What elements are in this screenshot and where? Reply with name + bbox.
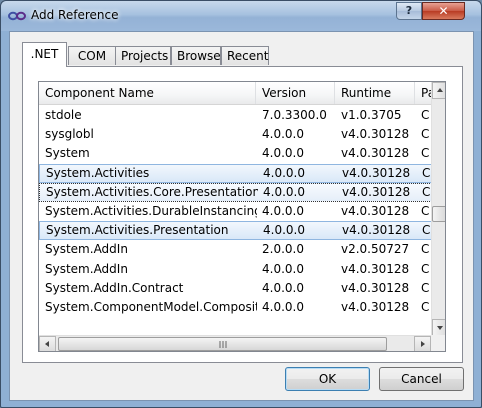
add-reference-dialog: Add Reference ? ✕ .NET COM Projects Brow… [0, 0, 482, 408]
cell-component-name: System.AddIn [45, 261, 128, 276]
cell-component-name: System [45, 146, 90, 161]
list-row[interactable]: stdole 7.0.3300.0 v1.0.3705 C [39, 106, 432, 125]
cell-runtime: v4.0.30128 [341, 146, 410, 161]
list-rows: stdole 7.0.3300.0 v1.0.3705 Csysglobl 4.0.0.… [39, 106, 432, 317]
cell-component-name: System.Activities.Presentation [46, 223, 229, 238]
tab-dotnet[interactable]: .NET [22, 42, 67, 67]
cell-version: 7.0.3300.0 [262, 108, 327, 122]
cell-version: 4.0.0.0 [263, 165, 305, 180]
list-row[interactable]: System.AddIn 4.0.0.0 v4.0.30128 C [39, 260, 432, 279]
cell-runtime: v4.0.30128 [341, 261, 410, 276]
cancel-button[interactable]: Cancel [379, 367, 464, 391]
cell-version: 4.0.0.0 [262, 280, 304, 295]
cell-runtime: v4.0.30128 [342, 165, 411, 180]
list-row[interactable]: System.AddIn.Contract 4.0.0.0 v4.0.30128 C [39, 279, 432, 298]
scroll-down-button[interactable] [432, 319, 445, 336]
list-row[interactable]: sysglobl 4.0.0.0 v4.0.30128 C [39, 125, 432, 144]
cell-version: 4.0.0.0 [263, 223, 305, 238]
list-row[interactable]: System.Activities.DurableInstancing 4.0.0… [39, 202, 432, 221]
cell-component-name: System.AddIn [45, 242, 128, 257]
scroll-right-button[interactable] [414, 336, 431, 351]
horizontal-scroll-thumb[interactable] [58, 337, 387, 351]
column-header-component-name[interactable]: Component Name [39, 82, 256, 104]
list-row[interactable]: System.Activities.Core.Presentation 4.0.0… [39, 182, 432, 202]
window-title: Add Reference [31, 8, 119, 22]
list-row[interactable]: System.ComponentModel.Compositi... 4.0.0.… [39, 298, 432, 317]
tab-recent[interactable]: Recent [221, 46, 269, 65]
cell-runtime: v4.0.30128 [341, 280, 410, 295]
cell-runtime: v1.0.3705 [341, 108, 402, 122]
cell-component-name: System.AddIn.Contract [45, 280, 184, 295]
cell-version: 4.0.0.0 [262, 146, 304, 161]
column-header-runtime[interactable]: Runtime [335, 82, 415, 104]
scroll-up-button[interactable] [432, 82, 445, 99]
tab-panel-dotnet: Component Name Version Runtime Pa stdole… [22, 66, 463, 363]
tab-projects[interactable]: Projects [115, 46, 171, 65]
cell-version: 4.0.0.0 [263, 184, 305, 199]
column-header-version[interactable]: Version [256, 82, 335, 104]
cell-version: 4.0.0.0 [262, 203, 304, 218]
arrow-left-icon [45, 341, 49, 347]
cell-runtime: v2.0.50727 [341, 242, 410, 257]
cell-runtime: v4.0.30128 [342, 184, 411, 199]
list-row[interactable]: System 4.0.0.0 v4.0.30128 C [39, 144, 432, 163]
cell-component-name: System.Activities [46, 165, 150, 180]
cell-version: 4.0.0.0 [262, 261, 304, 276]
grip-icon [219, 341, 227, 348]
list-row[interactable]: System.Activities.Presentation 4.0.0.0 v4.… [39, 221, 432, 241]
cell-version: 2.0.0.0 [262, 242, 304, 257]
tab-com[interactable]: COM [68, 46, 116, 65]
list-row[interactable]: System.AddIn 2.0.0.0 v2.0.50727 C [39, 240, 432, 259]
horizontal-scrollbar[interactable] [39, 335, 431, 351]
scrollbar-corner [431, 335, 445, 351]
list-header: Component Name Version Runtime Pa [39, 82, 439, 105]
cell-version: 4.0.0.0 [262, 127, 304, 142]
close-button[interactable]: ✕ [422, 2, 465, 20]
vertical-scrollbar[interactable] [431, 82, 445, 336]
cell-version: 4.0.0.0 [262, 299, 304, 314]
cell-component-name: sysglobl [45, 127, 94, 142]
arrow-down-icon [437, 326, 443, 330]
dialog-body: .NET COM Projects Browse Recent Componen… [9, 31, 474, 401]
help-button[interactable]: ? [396, 2, 422, 20]
cell-runtime: v4.0.30128 [341, 203, 410, 218]
arrow-right-icon [421, 341, 425, 347]
cell-component-name: stdole [45, 108, 82, 122]
list-row[interactable]: System.Activities 4.0.0.0 v4.0.30128 C [39, 163, 432, 183]
cell-runtime: v4.0.30128 [341, 127, 410, 142]
arrow-up-icon [437, 88, 443, 92]
cell-component-name: System.Activities.DurableInstancing [45, 203, 257, 218]
ok-button[interactable]: OK [285, 367, 370, 391]
cell-component-name: System.Activities.Core.Presentation [46, 184, 258, 199]
component-list[interactable]: Component Name Version Runtime Pa stdole… [38, 81, 446, 352]
cell-component-name: System.ComponentModel.Compositi... [45, 299, 257, 314]
scroll-left-button[interactable] [39, 336, 56, 351]
reference-link-icon [8, 11, 26, 21]
title-bar[interactable]: Add Reference ? ✕ [1, 1, 481, 31]
tab-browse[interactable]: Browse [171, 46, 221, 65]
cell-runtime: v4.0.30128 [341, 299, 410, 314]
cell-runtime: v4.0.30128 [342, 223, 411, 238]
vertical-scroll-thumb[interactable] [432, 206, 445, 222]
